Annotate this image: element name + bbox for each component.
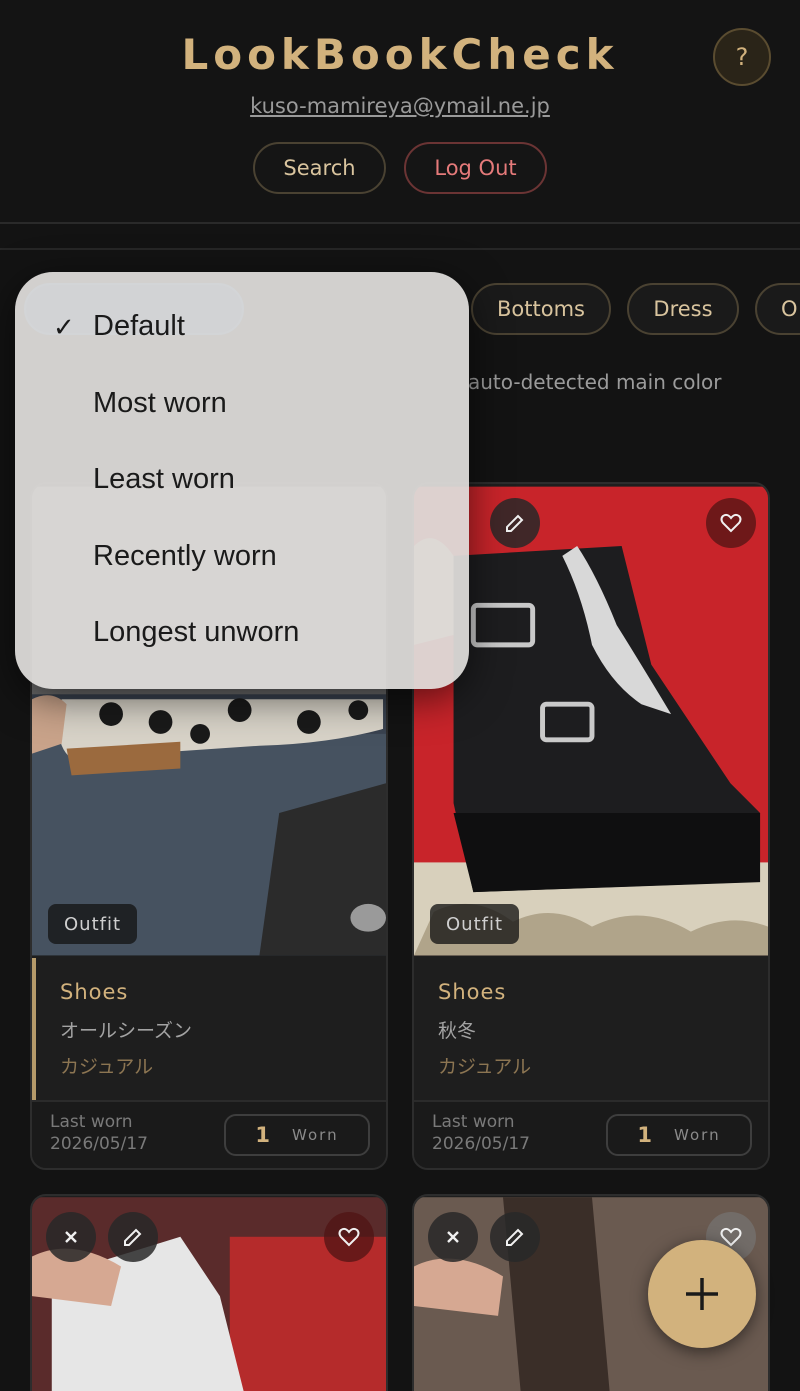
sort-option-least-worn[interactable]: Least worn — [93, 463, 235, 496]
item-info: Shoes 秋冬 カジュアル — [414, 958, 768, 1100]
worn-label: Worn — [674, 1126, 721, 1144]
heart-icon — [720, 513, 742, 533]
last-worn-label: Last worn — [50, 1112, 133, 1132]
x-icon — [65, 1231, 77, 1243]
sort-menu: ✓ Default Most worn Least worn Recently … — [15, 272, 469, 689]
sort-option-default[interactable]: Default — [93, 310, 185, 343]
last-worn-date: 2026/05/17 — [432, 1134, 530, 1154]
category-chip-other[interactable]: O — [755, 283, 800, 335]
sort-option-longest-unworn[interactable]: Longest unworn — [93, 616, 299, 649]
worn-count: 1 — [637, 1123, 653, 1147]
divider — [0, 248, 800, 250]
pencil-icon — [124, 1228, 142, 1246]
item-info: Shoes オールシーズン カジュアル — [32, 958, 386, 1100]
item-category: Shoes — [60, 980, 129, 1004]
category-chip-dress[interactable]: Dress — [627, 283, 739, 335]
plus-icon — [686, 1278, 718, 1310]
favorite-button[interactable] — [706, 498, 756, 548]
sort-option-recently-worn[interactable]: Recently worn — [93, 540, 277, 573]
app-header: LookBookCheck ? kuso-mamireya@ymail.ne.j… — [0, 0, 800, 224]
outfit-tag: Outfit — [48, 904, 138, 944]
item-card[interactable] — [30, 1194, 388, 1391]
edit-button[interactable] — [490, 1212, 540, 1262]
item-season: オールシーズン — [60, 1020, 193, 1042]
help-button[interactable]: ? — [713, 28, 771, 86]
last-worn-label: Last worn — [432, 1112, 515, 1132]
pencil-icon — [506, 1228, 524, 1246]
worn-counter-button[interactable]: 1 Worn — [606, 1114, 752, 1156]
delete-button[interactable] — [46, 1212, 96, 1262]
item-style: カジュアル — [60, 1056, 154, 1078]
sort-option-most-worn[interactable]: Most worn — [93, 387, 227, 420]
pencil-icon — [506, 514, 524, 532]
x-icon — [447, 1231, 459, 1243]
category-chip-bottoms[interactable]: Bottoms — [471, 283, 611, 335]
outfit-tag: Outfit — [430, 904, 520, 944]
edit-button[interactable] — [490, 498, 540, 548]
worn-counter-button[interactable]: 1 Worn — [224, 1114, 370, 1156]
worn-count: 1 — [255, 1123, 271, 1147]
checkmark-icon: ✓ — [53, 313, 75, 343]
color-hint-text: auto-detected main color — [468, 370, 722, 394]
delete-button[interactable] — [428, 1212, 478, 1262]
favorite-button[interactable] — [324, 1212, 374, 1262]
add-item-button[interactable] — [648, 1240, 756, 1348]
edit-button[interactable] — [108, 1212, 158, 1262]
heart-icon — [338, 1227, 360, 1247]
worn-label: Worn — [292, 1126, 339, 1144]
last-worn-date: 2026/05/17 — [50, 1134, 148, 1154]
item-style: カジュアル — [438, 1056, 532, 1078]
user-email-link[interactable]: kuso-mamireya@ymail.ne.jp — [0, 94, 800, 118]
app-title: LookBookCheck — [181, 30, 619, 79]
item-season: 秋冬 — [438, 1020, 477, 1042]
logout-button[interactable]: Log Out — [404, 142, 547, 194]
item-footer: Last worn 2026/05/17 1 Worn — [32, 1100, 386, 1168]
item-footer: Last worn 2026/05/17 1 Worn — [414, 1100, 768, 1168]
item-category: Shoes — [438, 980, 507, 1004]
search-button[interactable]: Search — [253, 142, 386, 194]
